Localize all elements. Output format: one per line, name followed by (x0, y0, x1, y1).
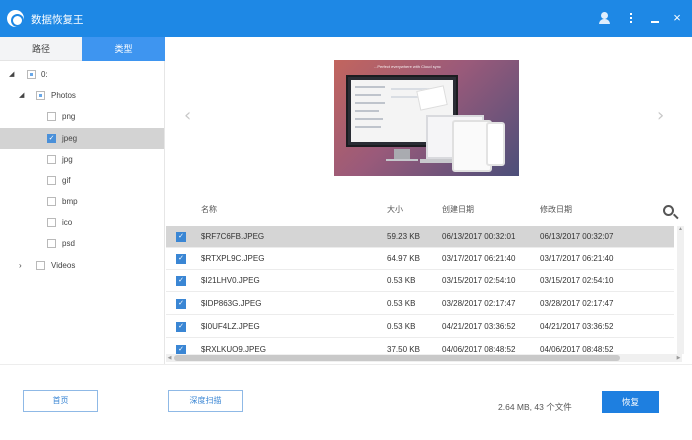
row-checkbox-checked[interactable]: ✓ (176, 254, 186, 264)
cell-modified: 03/17/2017 06:21:40 (540, 254, 614, 263)
tree-expanded-arrow-icon[interactable]: ◢ (19, 91, 24, 99)
column-header-created[interactable]: 创建日期 (442, 204, 474, 215)
cell-size: 37.50 KB (387, 345, 420, 354)
tree-checkbox[interactable] (47, 197, 56, 206)
cell-created: 03/17/2017 06:21:40 (442, 254, 516, 263)
tree-checkbox[interactable] (47, 176, 56, 185)
tree-checkbox-checked[interactable]: ✓ (47, 134, 56, 143)
cell-created: 03/28/2017 02:17:47 (442, 299, 516, 308)
cell-modified: 03/28/2017 02:17:47 (540, 299, 614, 308)
tree-checkbox[interactable] (36, 261, 45, 270)
row-checkbox-checked[interactable]: ✓ (176, 322, 186, 332)
tree-checkbox[interactable] (47, 155, 56, 164)
selection-summary: 2.64 MB, 43 个文件 (498, 402, 572, 412)
table-row[interactable]: ✓ $I21LHV0.JPEG 0.53 KB 03/15/2017 02:54… (166, 270, 674, 292)
cell-name: $I0UF4LZ.JPEG (201, 322, 260, 331)
search-icon[interactable] (663, 205, 674, 216)
cell-name: $RTXPL9C.JPEG (201, 254, 265, 263)
tree-item-psd[interactable]: psd (0, 233, 164, 254)
preview-image-caption: ...Perfect everywhere with Cloud sync (374, 64, 441, 69)
cell-size: 64.97 KB (387, 254, 420, 263)
tree-checkbox[interactable] (47, 239, 56, 248)
cell-modified: 04/21/2017 03:36:52 (540, 322, 614, 331)
vertical-scrollbar[interactable]: ▲ (677, 226, 684, 354)
app-title: 数据恢复王 (31, 14, 84, 26)
tree-item-label: 0: (41, 70, 48, 79)
prev-image-arrow-icon[interactable]: ‹ (184, 105, 191, 126)
cell-size: 0.53 KB (387, 322, 416, 331)
row-checkbox-checked[interactable]: ✓ (176, 276, 186, 286)
tree-checkbox[interactable] (47, 112, 56, 121)
file-table: ✓ $RF7C6FB.JPEG 59.23 KB 06/13/2017 00:3… (166, 226, 676, 354)
tree-item-jpg[interactable]: jpg (0, 149, 164, 170)
row-checkbox-checked[interactable]: ✓ (176, 299, 186, 309)
more-icon[interactable] (624, 11, 638, 25)
cell-name: $RF7C6FB.JPEG (201, 232, 265, 241)
tree-item-label: Videos (51, 261, 76, 270)
tree-item-videos[interactable]: › Videos (0, 255, 164, 276)
cell-name: $I21LHV0.JPEG (201, 276, 260, 285)
table-row[interactable]: ✓ $RF7C6FB.JPEG 59.23 KB 06/13/2017 00:3… (166, 226, 674, 248)
table-row[interactable]: ✓ $I0UF4LZ.JPEG 0.53 KB 04/21/2017 03:36… (166, 316, 674, 338)
cell-created: 06/13/2017 00:32:01 (442, 232, 516, 241)
tree-item-jpeg[interactable]: ✓ jpeg (0, 128, 164, 149)
user-icon[interactable] (598, 11, 612, 25)
cell-name: $RXLKUO9.JPEG (201, 345, 266, 354)
tree-item-png[interactable]: png (0, 106, 164, 127)
tree-item-drive[interactable]: ◢ 0: (0, 64, 164, 85)
next-image-arrow-icon[interactable]: › (657, 105, 664, 126)
cell-name: $IDP863G.JPEG (201, 299, 262, 308)
cell-modified: 06/13/2017 00:32:07 (540, 232, 614, 241)
scroll-left-arrow-icon[interactable]: ◀ (166, 354, 173, 362)
tree-checkbox[interactable] (47, 218, 56, 227)
tree-item-gif[interactable]: gif (0, 170, 164, 191)
tree-checkbox[interactable] (36, 91, 45, 100)
table-row[interactable]: ✓ $IDP863G.JPEG 0.53 KB 03/28/2017 02:17… (166, 293, 674, 315)
column-header-modified[interactable]: 修改日期 (540, 204, 572, 215)
table-row[interactable]: ✓ $RTXPL9C.JPEG 64.97 KB 03/17/2017 06:2… (166, 248, 674, 270)
row-checkbox-checked[interactable]: ✓ (176, 345, 186, 354)
preview-image: ...Perfect everywhere with Cloud sync (334, 60, 519, 176)
tree-checkbox[interactable] (27, 70, 36, 79)
footer-divider (0, 364, 692, 365)
recover-button[interactable]: 恢复 (602, 391, 659, 413)
tree-item-label: ico (62, 218, 73, 227)
tree-item-label: png (62, 112, 76, 121)
tree-collapsed-arrow-icon[interactable]: › (19, 261, 22, 270)
row-checkbox-checked[interactable]: ✓ (176, 232, 186, 242)
tab-path[interactable]: 路径 (0, 37, 82, 61)
tree-item-photos[interactable]: ◢ Photos (0, 85, 164, 106)
column-header-size[interactable]: 大小 (387, 204, 403, 215)
cell-size: 0.53 KB (387, 299, 416, 308)
home-button[interactable]: 首页 (23, 390, 98, 412)
cell-created: 03/15/2017 02:54:10 (442, 276, 516, 285)
scroll-right-arrow-icon[interactable]: ▶ (675, 354, 682, 362)
column-header-name[interactable]: 名称 (201, 204, 217, 215)
tab-type[interactable]: 类型 (82, 37, 165, 61)
tree-item-label: jpg (62, 155, 73, 164)
horizontal-scrollbar[interactable]: ◀ ▶ (166, 354, 682, 362)
cell-created: 04/21/2017 03:36:52 (442, 322, 516, 331)
cell-size: 59.23 KB (387, 232, 420, 241)
horizontal-scroll-thumb[interactable] (174, 355, 620, 361)
tree-item-label: jpeg (62, 134, 78, 143)
minimize-icon[interactable] (648, 11, 662, 25)
title-bar: 数据恢复王 × (0, 0, 692, 37)
cell-size: 0.53 KB (387, 276, 416, 285)
table-row[interactable]: ✓ $RXLKUO9.JPEG 37.50 KB 04/06/2017 08:4… (166, 339, 674, 354)
tree-item-bmp[interactable]: bmp (0, 191, 164, 212)
close-icon[interactable]: × (670, 11, 684, 25)
tree-item-label: gif (62, 176, 71, 185)
cell-modified: 03/15/2017 02:54:10 (540, 276, 614, 285)
app-logo-icon (7, 10, 24, 27)
cell-modified: 04/06/2017 08:48:52 (540, 345, 614, 354)
deep-scan-button[interactable]: 深度扫描 (168, 390, 243, 412)
tree-item-ico[interactable]: ico (0, 212, 164, 233)
tree-expanded-arrow-icon[interactable]: ◢ (9, 70, 14, 78)
tree-item-label: psd (62, 239, 75, 248)
cell-created: 04/06/2017 08:48:52 (442, 345, 516, 354)
scroll-up-arrow-icon[interactable]: ▲ (677, 226, 684, 233)
tree-item-label: bmp (62, 197, 78, 206)
tree-item-label: Photos (51, 91, 76, 100)
